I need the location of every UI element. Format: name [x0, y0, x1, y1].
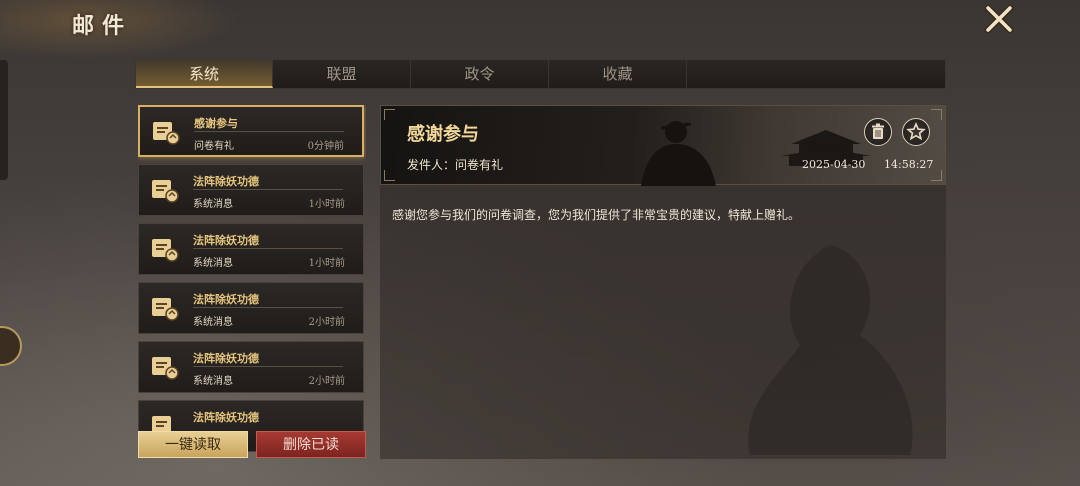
page-title: 邮件: [72, 13, 133, 39]
mail-letter-icon: [153, 122, 180, 145]
mail-time: 2小时前: [308, 376, 345, 387]
mail-divider: [193, 307, 343, 308]
tab-system[interactable]: 系统: [136, 60, 273, 88]
delete-mail-button[interactable]: [864, 118, 892, 146]
mail-subject: 法阵除妖功德: [193, 352, 259, 365]
side-emblem-icon[interactable]: [0, 326, 22, 366]
mail-letter-icon: [152, 357, 179, 380]
mail-panel: 系统 联盟 政令 收藏 感谢参与 问卷有礼 0分钟前 法阵除妖功德 系统消息 1…: [135, 59, 946, 459]
tab-decree[interactable]: 政令: [411, 60, 549, 88]
side-drawer-handle[interactable]: [0, 60, 8, 180]
mail-item[interactable]: 法阵除妖功德 系统消息 2小时前: [138, 282, 364, 334]
mail-subject: 法阵除妖功德: [193, 411, 259, 424]
mail-sender: 系统消息: [193, 376, 233, 387]
background-figure-art: [748, 245, 913, 455]
trash-icon: [872, 123, 884, 139]
mail-time: 2小时前: [308, 317, 345, 328]
mail-time: 1小时前: [308, 258, 345, 269]
mail-sender: 系统消息: [193, 258, 233, 269]
close-button[interactable]: [982, 2, 1016, 36]
mail-detail-header: 感谢参与 发件人：问卷有礼 2025-04-30 14:58:27: [380, 105, 946, 186]
mail-time: 0分钟前: [307, 141, 344, 152]
mail-sender: 系统消息: [193, 317, 233, 328]
delete-read-button[interactable]: 删除已读: [256, 431, 366, 458]
mail-subject: 法阵除妖功德: [193, 234, 259, 247]
favorite-mail-button[interactable]: [902, 118, 930, 146]
mail-detail: 感谢参与 发件人：问卷有礼 2025-04-30 14:58:27 感谢您参与我…: [380, 105, 946, 459]
corner-ornament: [931, 109, 942, 120]
mail-time: 1小时前: [308, 199, 345, 210]
mail-detail-time: 14:58:27: [884, 158, 934, 171]
mail-detail-title: 感谢参与: [407, 124, 479, 145]
mail-item[interactable]: 法阵除妖功德 系统消息 1小时前: [138, 223, 364, 275]
page-header: 邮件: [72, 8, 132, 40]
mail-detail-date: 2025-04-30: [802, 158, 866, 171]
mail-divider: [193, 248, 343, 249]
read-all-button[interactable]: 一键读取: [138, 431, 248, 458]
corner-ornament: [384, 109, 395, 120]
mail-item[interactable]: 感谢参与 问卷有礼 0分钟前: [138, 105, 364, 157]
warrior-silhouette-art: [641, 121, 716, 186]
mail-list[interactable]: 感谢参与 问卷有礼 0分钟前 法阵除妖功德 系统消息 1小时前 法阵除妖功德 系…: [138, 105, 366, 479]
corner-ornament: [384, 170, 395, 181]
tab-alliance[interactable]: 联盟: [273, 60, 411, 88]
mail-sender: 系统消息: [193, 199, 233, 210]
mail-letter-icon: [152, 298, 179, 321]
mail-letter-icon: [152, 239, 179, 262]
star-icon: [906, 121, 926, 141]
mail-sender: 问卷有礼: [194, 141, 234, 152]
mail-subject: 法阵除妖功德: [193, 293, 259, 306]
mail-subject: 法阵除妖功德: [193, 175, 259, 188]
corner-ornament: [931, 170, 942, 181]
mail-item[interactable]: 法阵除妖功德 系统消息 1小时前: [138, 164, 364, 216]
mail-subject: 感谢参与: [194, 117, 238, 130]
mail-divider: [193, 366, 343, 367]
mail-detail-body: 感谢您参与我们的问卷调查，您为我们提供了非常宝贵的建议，特献上赠礼。: [392, 208, 801, 222]
tab-favorites[interactable]: 收藏: [549, 60, 687, 88]
mail-divider: [194, 131, 344, 132]
close-icon: [984, 4, 1014, 34]
mail-detail-sender: 发件人：问卷有礼: [407, 158, 504, 172]
mail-divider: [193, 189, 343, 190]
mail-letter-icon: [152, 180, 179, 203]
mail-tabs: 系统 联盟 政令 收藏: [135, 59, 946, 89]
mail-item[interactable]: 法阵除妖功德 系统消息 2小时前: [138, 341, 364, 393]
